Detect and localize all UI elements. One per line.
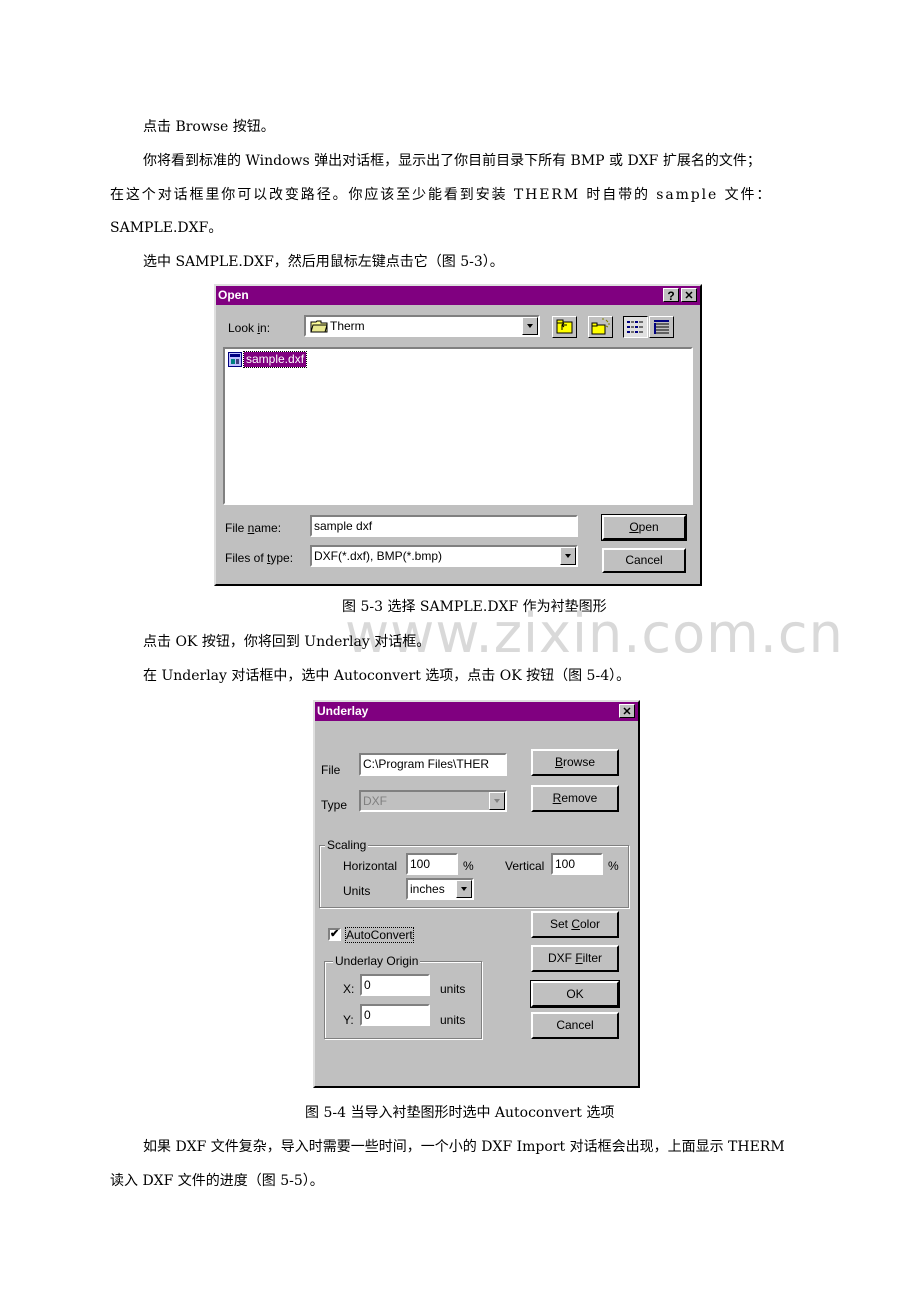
list-view-button[interactable] <box>623 316 648 338</box>
horizontal-scale-input[interactable]: 100 <box>406 853 458 875</box>
details-view-icon <box>654 320 669 334</box>
paragraph-select-sample: 选中 SAMPLE.DXF，然后用鼠标左键点击它（图 5-3）。 <box>143 254 504 270</box>
chevron-down-icon <box>489 792 505 810</box>
close-button[interactable]: ✕ <box>619 704 635 718</box>
y-units-label: units <box>440 1013 466 1027</box>
set-color-button[interactable]: Set Color <box>531 911 619 938</box>
ok-button[interactable]: OK <box>530 980 620 1008</box>
units-dropdown[interactable]: inches <box>406 878 474 900</box>
type-dropdown: DXF <box>359 790 507 812</box>
chevron-down-icon[interactable] <box>456 880 472 898</box>
vertical-scale-input[interactable]: 100 <box>551 853 603 875</box>
autoconvert-checkbox[interactable]: ✔ <box>328 928 341 941</box>
underlay-dialog-title: Underlay <box>317 704 369 718</box>
vertical-label: Vertical <box>505 859 545 873</box>
type-label: Type <box>321 798 348 812</box>
help-icon: ? <box>667 289 675 303</box>
paragraph-browse: 点击 Browse 按钮。 <box>143 119 275 135</box>
origin-x-input[interactable]: 0 <box>360 974 430 996</box>
look-in-dropdown[interactable]: Therm <box>304 315 540 337</box>
horizontal-label: Horizontal <box>343 859 398 873</box>
folder-open-icon <box>310 320 328 333</box>
horizontal-percent: % <box>463 859 474 873</box>
underlay-dialog: Underlay ✕ File C:\Program Files\THER Ty… <box>313 700 640 1088</box>
new-folder-icon <box>591 318 610 335</box>
origin-y-input[interactable]: 0 <box>360 1004 430 1026</box>
look-in-value: Therm <box>330 319 365 333</box>
units-label: Units <box>343 884 371 898</box>
new-folder-button[interactable] <box>588 316 613 338</box>
look-in-label: Look in: <box>228 321 271 335</box>
open-button[interactable]: Open <box>601 514 687 541</box>
units-value: inches <box>410 882 445 896</box>
paragraph-dxf-import-line-1: 如果 DXF 文件复杂，导入时需要一些时间，一个小的 DXF Import 对话… <box>143 1139 785 1155</box>
chevron-down-icon[interactable] <box>560 547 576 565</box>
remove-button[interactable]: Remove <box>531 785 619 812</box>
files-of-type-label: Files of type: <box>225 551 294 565</box>
close-icon: ✕ <box>622 706 632 718</box>
file-name-input[interactable]: sample dxf <box>310 515 578 537</box>
close-button[interactable]: ✕ <box>681 288 697 302</box>
file-name-label: File name: <box>225 521 282 535</box>
paragraph-dxf-import-line-2: 读入 DXF 文件的进度（图 5-5）。 <box>110 1173 324 1189</box>
x-units-label: units <box>440 982 466 996</box>
file-name-sample[interactable]: sample.dxf <box>242 351 308 368</box>
figure-5-4-caption: 图 5-4 当导入衬垫图形时选中 Autoconvert 选项 <box>305 1105 615 1121</box>
files-of-type-dropdown[interactable]: DXF(*.dxf), BMP(*.bmp) <box>310 545 578 567</box>
paragraph-click-ok: 点击 OK 按钮，你将回到 Underlay 对话框。 <box>143 634 431 650</box>
list-view-icon <box>627 321 643 333</box>
dxf-file-icon <box>228 352 242 367</box>
file-path-input[interactable]: C:\Program Files\THER <box>359 753 507 776</box>
scaling-group-label: Scaling <box>325 838 369 852</box>
files-of-type-value: DXF(*.dxf), BMP(*.bmp) <box>314 549 443 563</box>
paragraph-dialog-line-1: 你将看到标准的 Windows 弹出对话框，显示出了你目前目录下所有 BMP 或… <box>143 153 761 169</box>
folder-up-icon <box>556 319 573 334</box>
underlay-origin-group <box>324 961 482 1039</box>
figure-5-3-caption: 图 5-3 选择 SAMPLE.DXF 作为衬垫图形 <box>342 599 607 615</box>
cancel-button[interactable]: Cancel <box>602 548 686 573</box>
dxf-filter-button[interactable]: DXF Filter <box>531 945 619 972</box>
vertical-percent: % <box>608 859 619 873</box>
chevron-down-icon[interactable] <box>522 317 538 335</box>
underlay-dialog-titlebar: Underlay ✕ <box>315 702 638 721</box>
paragraph-autoconvert: 在 Underlay 对话框中，选中 Autoconvert 选项，点击 OK … <box>143 668 631 684</box>
file-label: File <box>321 763 341 777</box>
autoconvert-label[interactable]: AutoConvert <box>345 927 414 943</box>
underlay-origin-label: Underlay Origin <box>333 954 421 968</box>
close-icon: ✕ <box>684 290 694 302</box>
file-list[interactable]: sample.dxf <box>223 347 693 505</box>
help-button[interactable]: ? <box>663 288 679 303</box>
x-label: X: <box>343 982 355 996</box>
type-value: DXF <box>363 794 387 808</box>
paragraph-dialog-line-2: 在这个对话框里你可以改变路径。你应该至少能看到安装 THERM 时自带的 sam… <box>110 187 773 203</box>
paragraph-dialog-line-3: SAMPLE.DXF。 <box>110 220 223 236</box>
open-dialog-titlebar: Open ? ✕ <box>216 286 700 305</box>
y-label: Y: <box>343 1013 354 1027</box>
details-view-button[interactable] <box>649 316 674 338</box>
open-dialog: Open ? ✕ Look in: Therm sample.dxf File … <box>214 284 702 586</box>
open-dialog-title: Open <box>218 288 249 302</box>
up-one-level-button[interactable] <box>552 316 577 338</box>
browse-button[interactable]: Browse <box>531 749 619 776</box>
cancel-button[interactable]: Cancel <box>531 1012 619 1039</box>
